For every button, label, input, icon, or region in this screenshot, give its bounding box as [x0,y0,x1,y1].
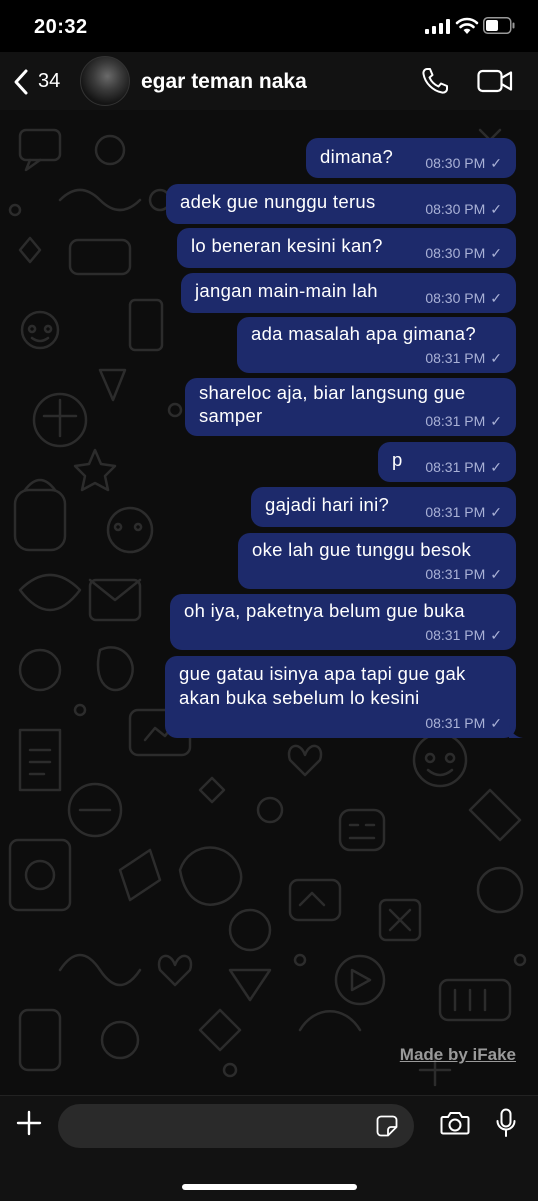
message-time: 08:30 PM [425,201,486,217]
message-text: oke lah gue tunggu besok [252,539,472,560]
message-text: ada masalah apa gimana? [251,323,476,344]
message-meta: 08:31 PM ✓ [425,715,502,732]
outgoing-message[interactable]: gue gatau isinya apa tapi gue gak akan b… [165,656,523,738]
outgoing-message[interactable]: ada masalah apa gimana? 08:31 PM ✓ [237,317,516,373]
message-time: 08:31 PM [425,504,486,520]
outgoing-message[interactable]: jangan main-main lah 08:30 PM ✓ [181,273,516,313]
video-call-icon[interactable] [477,69,513,93]
chat-header: 34 egar teman naka [0,52,538,111]
message-time: 08:30 PM [425,290,486,306]
message-meta: 08:31 PM ✓ [425,627,502,644]
message-meta: 08:31 PM ✓ [425,413,502,430]
message-time: 08:31 PM [425,627,486,643]
message-meta: 08:30 PM ✓ [425,155,502,172]
plus-icon[interactable] [16,1110,42,1136]
outgoing-message[interactable]: oh iya, paketnya belum gue buka 08:31 PM… [170,594,516,650]
outgoing-message[interactable]: gajadi hari ini? 08:31 PM ✓ [251,487,516,527]
message-time: 08:30 PM [425,155,486,171]
message-time: 08:31 PM [425,350,486,366]
message-time: 08:31 PM [425,715,486,731]
sent-check-icon: ✓ [490,155,502,171]
back-chevron-icon[interactable] [12,68,30,96]
message-text-line-1: gue gatau isinya apa tapi gue gak [179,663,466,684]
sent-check-icon: ✓ [490,245,502,261]
home-indicator[interactable] [182,1184,357,1190]
outgoing-message[interactable]: dimana? 08:30 PM ✓ [306,138,516,178]
outgoing-message[interactable]: lo beneran kesini kan? 08:30 PM ✓ [177,228,516,268]
message-text-line-2: akan buka sebelum lo kesini [179,687,420,708]
outgoing-message[interactable]: shareloc aja, biar langsung gue samper 0… [185,378,516,436]
message-meta: 08:30 PM ✓ [425,201,502,218]
message-time: 08:31 PM [425,459,486,475]
voice-call-icon[interactable] [420,66,450,96]
wifi-icon [455,17,479,34]
watermark-link[interactable]: Made by iFake [400,1045,516,1065]
status-bar: 20:32 [0,0,538,52]
battery-icon [483,17,515,34]
chat-area[interactable]: dimana? 08:30 PM ✓ adek gue nunggu terus … [0,110,538,1095]
bubble-tail [509,724,523,738]
contact-name[interactable]: egar teman naka [141,70,307,94]
cellular-signal-icon [425,19,450,34]
message-meta: 08:31 PM ✓ [425,350,502,367]
message-input-bar [0,1095,538,1201]
message-text-line-1: shareloc aja, biar langsung gue [199,382,466,403]
sticker-icon[interactable] [376,1115,398,1137]
sent-check-icon: ✓ [490,627,502,643]
message-text: oh iya, paketnya belum gue buka [184,600,465,621]
sent-check-icon: ✓ [490,413,502,429]
message-meta: 08:31 PM ✓ [425,504,502,521]
sent-check-icon: ✓ [490,459,502,475]
microphone-icon[interactable] [496,1108,516,1138]
message-time: 08:30 PM [425,245,486,261]
outgoing-message[interactable]: p 08:31 PM ✓ [378,442,516,482]
contact-avatar[interactable] [80,56,130,106]
message-meta: 08:30 PM ✓ [425,290,502,307]
sent-check-icon: ✓ [490,504,502,520]
message-time: 08:31 PM [425,413,486,429]
sent-check-icon: ✓ [490,350,502,366]
sent-check-icon: ✓ [490,201,502,217]
message-meta: 08:31 PM ✓ [425,566,502,583]
message-input[interactable] [58,1104,414,1148]
outgoing-message[interactable]: oke lah gue tunggu besok 08:31 PM ✓ [238,533,516,589]
sent-check-icon: ✓ [490,290,502,306]
camera-icon[interactable] [440,1110,470,1136]
sent-check-icon: ✓ [490,566,502,582]
message-meta: 08:31 PM ✓ [425,459,502,476]
sent-check-icon: ✓ [490,715,502,731]
unread-count[interactable]: 34 [38,70,60,93]
message-time: 08:31 PM [425,566,486,582]
status-time: 20:32 [34,16,88,38]
outgoing-message[interactable]: adek gue nunggu terus 08:30 PM ✓ [166,184,516,224]
message-meta: 08:30 PM ✓ [425,245,502,262]
